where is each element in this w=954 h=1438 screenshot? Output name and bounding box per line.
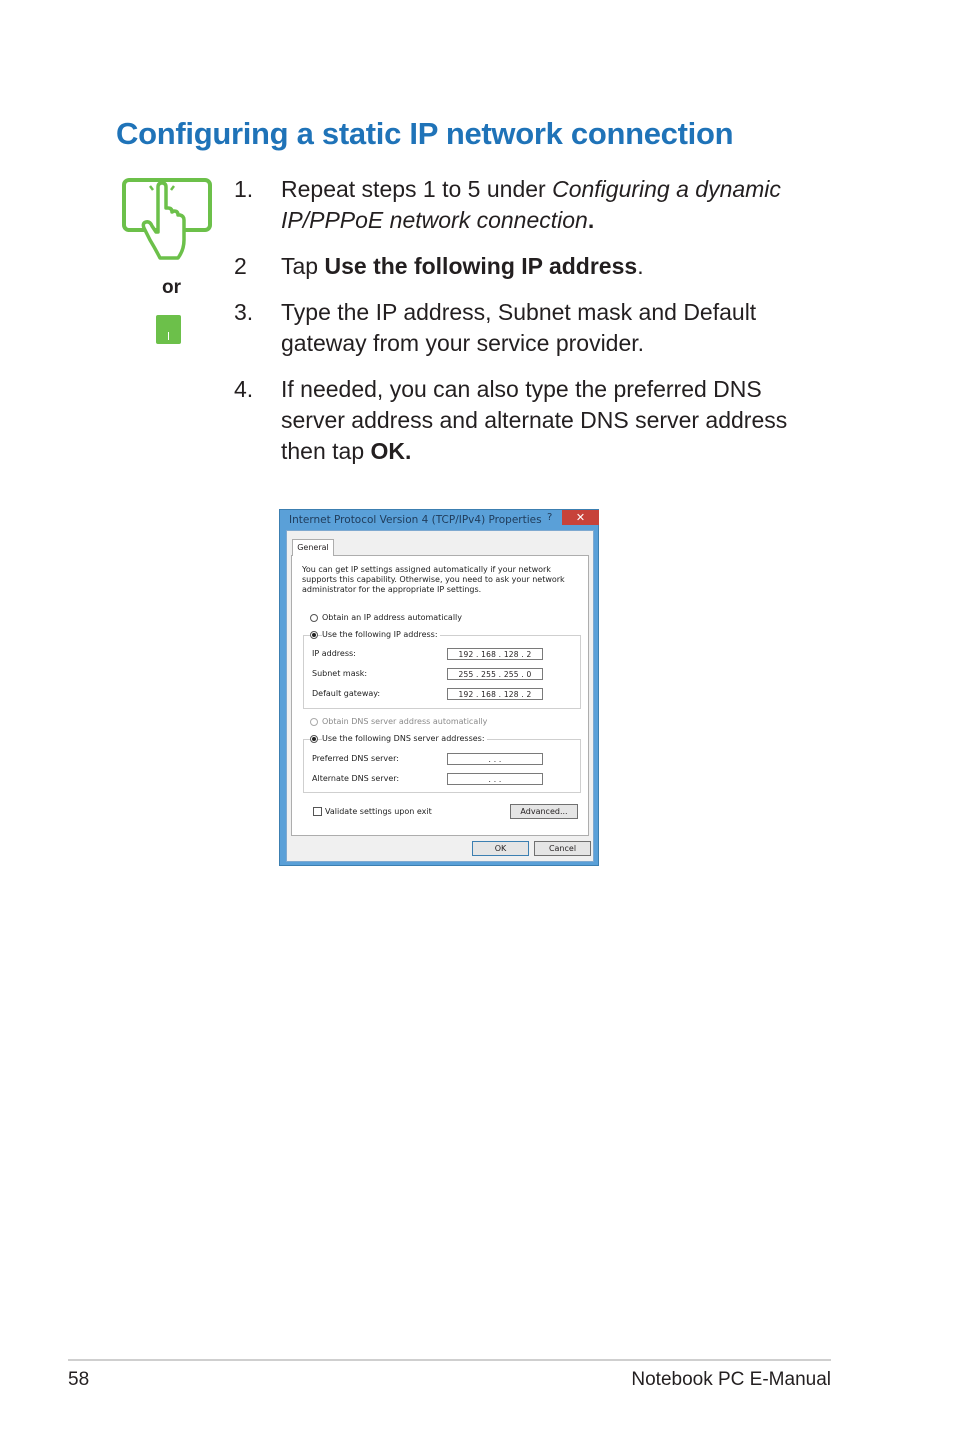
dialog-title: Internet Protocol Version 4 (TCP/IPv4) P…	[289, 514, 542, 526]
default-gateway-label: Default gateway:	[312, 689, 381, 698]
dialog-body: General You can get IP settings assigned…	[286, 530, 594, 862]
validate-label: Validate settings upon exit	[325, 807, 432, 816]
cancel-button[interactable]: Cancel	[534, 841, 591, 856]
radio-use-dns-label: Use the following DNS server addresses:	[322, 734, 487, 744]
step-number: 4.	[234, 376, 254, 402]
or-label: or	[162, 277, 181, 298]
preferred-dns-label: Preferred DNS server:	[312, 754, 399, 763]
footer-divider	[68, 1359, 831, 1361]
alternate-dns-field[interactable]: . . .	[447, 773, 543, 785]
close-button[interactable]: ✕	[562, 510, 599, 525]
radio-use-dns[interactable]	[310, 735, 318, 743]
step-text: Type the IP address, Subnet mask and Def…	[281, 299, 757, 356]
step-number: 2	[234, 253, 247, 279]
step-text-period: .	[587, 207, 595, 233]
general-panel: You can get IP settings assigned automat…	[291, 555, 589, 836]
radio-auto-ip-label: Obtain an IP address automatically	[322, 613, 463, 622]
touch-tap-icon	[122, 178, 212, 260]
ip-address-label: IP address:	[312, 649, 356, 658]
radio-auto-dns-label: Obtain DNS server address automatically	[322, 717, 488, 726]
subnet-mask-field[interactable]: 255 . 255 . 255 . 0	[447, 668, 543, 680]
step-number: 1.	[234, 176, 254, 202]
key-mark-icon	[168, 332, 169, 340]
keyboard-key-icon	[156, 315, 181, 344]
radio-use-ip-label: Use the following IP address:	[322, 630, 440, 640]
step-text: If needed, you can also type the preferr…	[281, 374, 791, 467]
step-text-plain: Tap	[281, 253, 325, 279]
advanced-button[interactable]: Advanced...	[510, 804, 578, 819]
ip-address-field[interactable]: 192 . 168 . 128 . 2	[447, 648, 543, 660]
step-text-period: .	[637, 253, 644, 279]
radio-use-ip[interactable]	[310, 631, 318, 639]
step-text-plain: If needed, you can also type the preferr…	[281, 376, 788, 464]
validate-checkbox[interactable]	[313, 807, 322, 816]
step-text-bold: OK.	[370, 438, 412, 464]
radio-auto-dns[interactable]	[310, 718, 318, 726]
section-heading: Configuring a static IP network connecti…	[116, 116, 734, 151]
page-number: 58	[68, 1369, 90, 1390]
ipv4-properties-dialog: Internet Protocol Version 4 (TCP/IPv4) P…	[279, 509, 599, 866]
help-icon[interactable]: ?	[547, 512, 552, 523]
tab-general[interactable]: General	[292, 539, 334, 556]
step-text: Tap Use the following IP address.	[281, 251, 801, 282]
subnet-mask-label: Subnet mask:	[312, 669, 368, 678]
step-text: Repeat steps 1 to 5 under Configuring a …	[281, 174, 801, 236]
default-gateway-field[interactable]: 192 . 168 . 128 . 2	[447, 688, 543, 700]
ok-button[interactable]: OK	[472, 841, 529, 856]
step-number: 3.	[234, 299, 254, 325]
intro-text: You can get IP settings assigned automat…	[302, 565, 565, 594]
alternate-dns-label: Alternate DNS server:	[312, 774, 400, 783]
manual-title: Notebook PC E-Manual	[631, 1369, 831, 1390]
step-text-bold: Use the following IP address	[324, 253, 638, 279]
radio-auto-ip[interactable]	[310, 614, 318, 622]
step-text-plain: Repeat steps 1 to 5 under	[281, 176, 553, 202]
preferred-dns-field[interactable]: . . .	[447, 753, 543, 765]
